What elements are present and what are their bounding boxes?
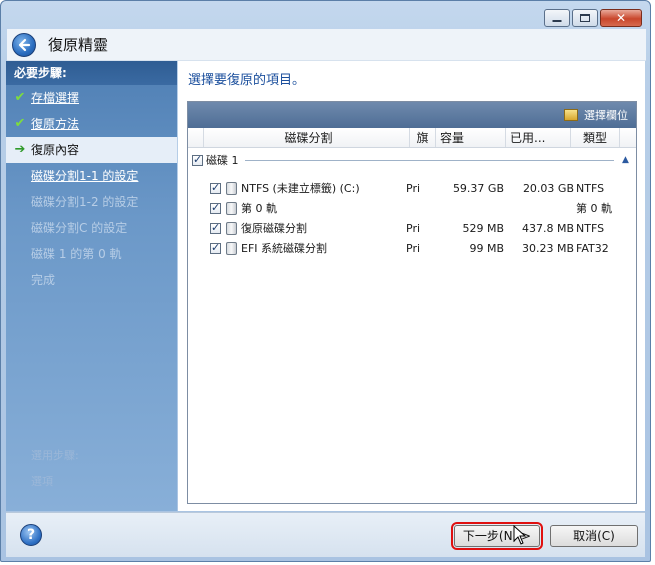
partition-used: 437.8 MB (521, 221, 574, 235)
minimize-button[interactable] (544, 9, 570, 27)
table-row[interactable]: EFI 系統磁碟分割 Pri 99 MB 30.23 MB FAT32 (210, 238, 630, 258)
partition-icon (226, 221, 237, 235)
partition-flag: Pri (406, 241, 421, 255)
window-title: 復原精靈 (48, 36, 109, 54)
column-header: 磁碟分割 旗 容量 已用... 類型 (188, 128, 636, 148)
step-label: 磁碟 1 的第 0 軌 (31, 247, 122, 261)
partition-flag: Pri (406, 181, 421, 195)
partition-list-panel: 選擇欄位 磁碟分割 旗 容量 已用... 類型 磁碟 1 ▲ NTFS (未建立… (187, 101, 637, 504)
partition-type: NTFS (576, 181, 605, 195)
step-label: 復原內容 (31, 143, 80, 157)
back-button[interactable] (12, 32, 36, 57)
help-button[interactable]: ? (20, 524, 42, 546)
main-content: 選擇要復原的項目。 選擇欄位 磁碟分割 旗 容量 已用... 類型 磁碟 1 ▲… (178, 61, 645, 511)
required-steps-header: 必要步驟: (6, 61, 177, 85)
step-partition-1-1[interactable]: 磁碟分割1-1 的設定 (6, 163, 177, 189)
cancel-button[interactable]: 取消(C) (550, 525, 638, 547)
partition-name: 復原磁碟分割 (241, 222, 307, 235)
partition-capacity: 59.37 GB (452, 181, 504, 195)
partition-capacity: 529 MB (462, 221, 504, 235)
step-label: 存檔選擇 (31, 91, 80, 105)
partition-checkbox[interactable] (210, 221, 221, 234)
column-type[interactable]: 類型 (571, 128, 620, 147)
step-archive-selection[interactable]: ✔ 存檔選擇 (6, 85, 177, 111)
partition-capacity: 99 MB (469, 241, 504, 255)
partition-flag: Pri (406, 221, 421, 235)
partition-name: NTFS (未建立標籤) (C:) (241, 182, 360, 195)
wizard-footer: ? 下一步(N) > 取消(C) (6, 512, 645, 557)
disk-label: 磁碟 1 (206, 154, 239, 167)
minimize-icon (552, 20, 562, 22)
partition-icon (226, 181, 237, 195)
optional-steps: 選用步驟: 選項 (6, 447, 177, 511)
step-disk-track-0: 磁碟 1 的第 0 軌 (6, 241, 177, 267)
partition-icon (226, 201, 237, 215)
step-finish: 完成 (6, 267, 177, 293)
partition-name: 第 0 軌 (241, 202, 277, 215)
check-icon: ✔ (14, 90, 26, 105)
table-row[interactable]: 第 0 軌 第 0 軌 (210, 198, 630, 218)
caption-buttons: ✕ (544, 9, 642, 27)
check-icon: ✔ (14, 116, 26, 131)
step-label: 磁碟分割1-1 的設定 (31, 169, 139, 183)
page-title: 選擇要復原的項目。 (188, 73, 306, 88)
partition-checkbox[interactable] (210, 201, 221, 214)
column-chooser-icon (564, 109, 578, 121)
table-row[interactable]: 復原磁碟分割 Pri 529 MB 437.8 MB NTFS (210, 218, 630, 238)
step-partition-1-2: 磁碟分割1-2 的設定 (6, 189, 177, 215)
disk-checkbox[interactable] (192, 153, 203, 166)
step-label: 完成 (31, 273, 56, 287)
step-recovery-content[interactable]: ➔ 復原內容 (6, 137, 177, 163)
column-flag[interactable]: 旗 (410, 128, 436, 147)
partition-used: 30.23 MB (521, 241, 574, 255)
next-button[interactable]: 下一步(N) > (451, 522, 543, 550)
partition-checkbox[interactable] (210, 181, 221, 194)
maximize-icon (580, 14, 590, 22)
column-partition[interactable]: 磁碟分割 (204, 128, 410, 147)
step-label: 磁碟分割C 的設定 (31, 221, 128, 235)
maximize-button[interactable] (572, 9, 598, 27)
partition-type: FAT32 (576, 241, 609, 255)
title-bar: 復原精靈 (7, 29, 646, 61)
steps-sidebar: 必要步驟: ✔ 存檔選擇 ✔ 復原方法 ➔ 復原內容 磁碟分割1-1 的設定 磁… (6, 61, 177, 511)
mouse-cursor-icon (513, 525, 527, 545)
partition-checkbox[interactable] (210, 241, 221, 254)
step-label: 磁碟分割1-2 的設定 (31, 195, 139, 209)
partition-type: NTFS (576, 221, 605, 235)
partition-icon (226, 241, 237, 255)
step-label: 復原方法 (31, 117, 80, 131)
partition-name: EFI 系統磁碟分割 (241, 242, 328, 255)
column-header-spacer (188, 128, 204, 147)
table-row[interactable]: NTFS (未建立標籤) (C:) Pri 59.37 GB 20.03 GB … (210, 178, 630, 198)
close-icon: ✕ (615, 11, 627, 25)
step-partition-c: 磁碟分割C 的設定 (6, 215, 177, 241)
optional-steps-header: 選用步驟: (31, 449, 79, 462)
step-recovery-method[interactable]: ✔ 復原方法 (6, 111, 177, 137)
select-columns-button[interactable]: 選擇欄位 (584, 107, 628, 123)
column-used[interactable]: 已用... (506, 128, 571, 147)
disk-group-row: 磁碟 1 ▲ (192, 152, 632, 168)
panel-toolbar: 選擇欄位 (188, 102, 636, 128)
back-arrow-icon (18, 38, 31, 51)
arrow-right-icon: ➔ (14, 142, 26, 157)
column-capacity[interactable]: 容量 (436, 128, 506, 147)
disk-divider (244, 159, 614, 161)
close-button[interactable]: ✕ (600, 9, 642, 27)
partition-type: 第 0 軌 (576, 202, 612, 215)
partition-used: 20.03 GB (522, 181, 574, 195)
collapse-caret-icon[interactable]: ▲ (622, 155, 632, 165)
optional-item-options: 選項 (31, 475, 53, 488)
